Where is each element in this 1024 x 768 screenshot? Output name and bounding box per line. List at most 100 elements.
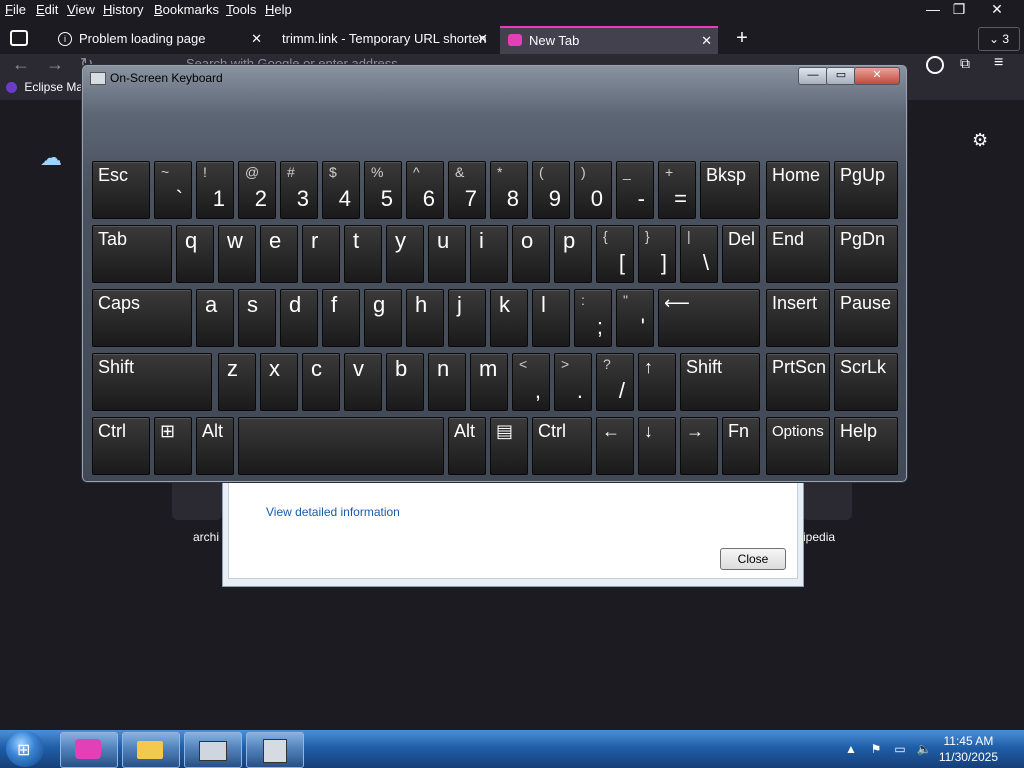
key-end[interactable]: End xyxy=(766,225,830,283)
key-home[interactable]: Home xyxy=(766,161,830,219)
tab-count-button[interactable]: ⌄ 3 xyxy=(978,27,1020,51)
key-right[interactable]: → xyxy=(680,417,718,475)
key-backtick[interactable]: ~ ` xyxy=(154,161,192,219)
hamburger-menu-icon[interactable]: ≡ xyxy=(994,54,1003,72)
system-clock[interactable]: 11:45 AM 11/30/2025 xyxy=(939,733,998,765)
key-minus[interactable]: _ - xyxy=(616,161,654,219)
menu-help[interactable]: Help xyxy=(265,2,292,17)
key-backslash[interactable]: | \ xyxy=(680,225,718,283)
key-left[interactable]: ← xyxy=(596,417,634,475)
back-arrow-icon[interactable]: ← xyxy=(12,54,30,75)
key-h[interactable]: h xyxy=(406,289,444,347)
window-close-button[interactable]: ✕ xyxy=(978,0,1016,20)
forward-arrow-icon[interactable]: → xyxy=(46,54,64,75)
key-x[interactable]: x xyxy=(260,353,298,411)
menu-bookmarks[interactable]: Bookmarks xyxy=(154,2,219,17)
key-enter[interactable]: ⟵ xyxy=(658,289,760,347)
key-lbracket[interactable]: {[ xyxy=(596,225,634,283)
extensions-icon[interactable]: ⧉ xyxy=(960,55,970,72)
taskbar-firefox[interactable] xyxy=(60,732,118,768)
key-m[interactable]: m xyxy=(470,353,508,411)
key-7[interactable]: & 7 xyxy=(448,161,486,219)
key-fn[interactable]: Fn xyxy=(722,417,760,475)
start-button[interactable]: ⊞ xyxy=(6,731,44,767)
menu-view[interactable]: View xyxy=(67,2,95,17)
key-8[interactable]: * 8 xyxy=(490,161,528,219)
osk-close-button[interactable]: ✕ xyxy=(854,67,900,85)
key-g[interactable]: g xyxy=(364,289,402,347)
action-center-icon[interactable]: ⚑ xyxy=(868,742,884,756)
key-esc[interactable]: Esc xyxy=(92,161,150,219)
key-bksp[interactable]: Bksp xyxy=(700,161,760,219)
key-lalt[interactable]: Alt xyxy=(196,417,234,475)
dialog-close-button[interactable]: Close xyxy=(720,548,786,570)
key-j[interactable]: j xyxy=(448,289,486,347)
key-2[interactable]: @2 xyxy=(238,161,276,219)
key-n[interactable]: n xyxy=(428,353,466,411)
key-i[interactable]: i xyxy=(470,225,508,283)
close-tab-icon[interactable]: ✕ xyxy=(701,28,712,54)
tab-new-tab[interactable]: New Tab ✕ xyxy=(500,26,718,54)
key-scrlk[interactable]: ScrLk xyxy=(834,353,898,411)
key-4[interactable]: $4 xyxy=(322,161,360,219)
key-k[interactable]: k xyxy=(490,289,528,347)
key-prtscn[interactable]: PrtScn xyxy=(766,353,830,411)
key-rshift[interactable]: Shift xyxy=(680,353,760,411)
key-pause[interactable]: Pause xyxy=(834,289,898,347)
key-b[interactable]: b xyxy=(386,353,424,411)
taskbar-app[interactable] xyxy=(246,732,304,768)
key-3[interactable]: #3 xyxy=(280,161,318,219)
account-icon[interactable] xyxy=(926,56,944,74)
key-tab[interactable]: Tab xyxy=(92,225,172,283)
key-1[interactable]: ! 1 xyxy=(196,161,234,219)
key-l[interactable]: l xyxy=(532,289,570,347)
key-options[interactable]: Options xyxy=(766,417,830,475)
key-semicolon[interactable]: :; xyxy=(574,289,612,347)
key-9[interactable]: (9 xyxy=(532,161,570,219)
key-space[interactable] xyxy=(238,417,444,475)
key-equal[interactable]: + = xyxy=(658,161,696,219)
key-u[interactable]: u xyxy=(428,225,466,283)
key-up[interactable]: ↑ xyxy=(638,353,676,411)
key-d[interactable]: d xyxy=(280,289,318,347)
key-pgup[interactable]: PgUp xyxy=(834,161,898,219)
close-tab-icon[interactable]: ✕ xyxy=(251,26,262,52)
key-down[interactable]: ↓ xyxy=(638,417,676,475)
key-f[interactable]: f xyxy=(322,289,360,347)
key-insert[interactable]: Insert xyxy=(766,289,830,347)
show-hidden-icons[interactable]: ▲ xyxy=(843,742,859,756)
key-5[interactable]: % 5 xyxy=(364,161,402,219)
osk-restore-button[interactable]: ▭ xyxy=(826,67,856,85)
taskbar-osk[interactable] xyxy=(184,732,242,768)
key-v[interactable]: v xyxy=(344,353,382,411)
bookmark-eclipse[interactable]: Eclipse Ma xyxy=(6,80,83,94)
tab-problem-loading[interactable]: i Problem loading page ✕ xyxy=(50,26,268,52)
key-y[interactable]: y xyxy=(386,225,424,283)
menu-edit[interactable]: Edit xyxy=(36,2,58,17)
key-menu[interactable]: ▤ xyxy=(490,417,528,475)
key-t[interactable]: t xyxy=(344,225,382,283)
view-details-link[interactable]: View detailed information xyxy=(266,505,400,519)
key-z[interactable]: z xyxy=(218,353,256,411)
list-all-tabs-icon[interactable] xyxy=(10,30,28,46)
key-a[interactable]: a xyxy=(196,289,234,347)
new-tab-button[interactable]: + xyxy=(730,26,754,50)
key-ralt[interactable]: Alt xyxy=(448,417,486,475)
key-o[interactable]: o xyxy=(512,225,550,283)
key-del[interactable]: Del xyxy=(722,225,760,283)
osk-minimize-button[interactable]: — xyxy=(798,67,828,85)
tab-trimm-link[interactable]: trimm.link - Temporary URL shorten ✕ xyxy=(272,26,494,52)
key-rbracket[interactable]: }] xyxy=(638,225,676,283)
settings-gear-icon[interactable]: ⚙ xyxy=(972,130,988,151)
key-caps[interactable]: Caps xyxy=(92,289,192,347)
key-w[interactable]: w xyxy=(218,225,256,283)
key-comma[interactable]: <, xyxy=(512,353,550,411)
window-maximize-button[interactable]: ❐ xyxy=(940,0,978,20)
key-e[interactable]: e xyxy=(260,225,298,283)
key-quote[interactable]: " ' xyxy=(616,289,654,347)
menu-tools[interactable]: Tools xyxy=(226,2,256,17)
menu-history[interactable]: History xyxy=(103,2,143,17)
key-win[interactable]: ⊞ xyxy=(154,417,192,475)
key-q[interactable]: q xyxy=(176,225,214,283)
volume-muted-icon[interactable]: 🔈 xyxy=(916,742,932,756)
